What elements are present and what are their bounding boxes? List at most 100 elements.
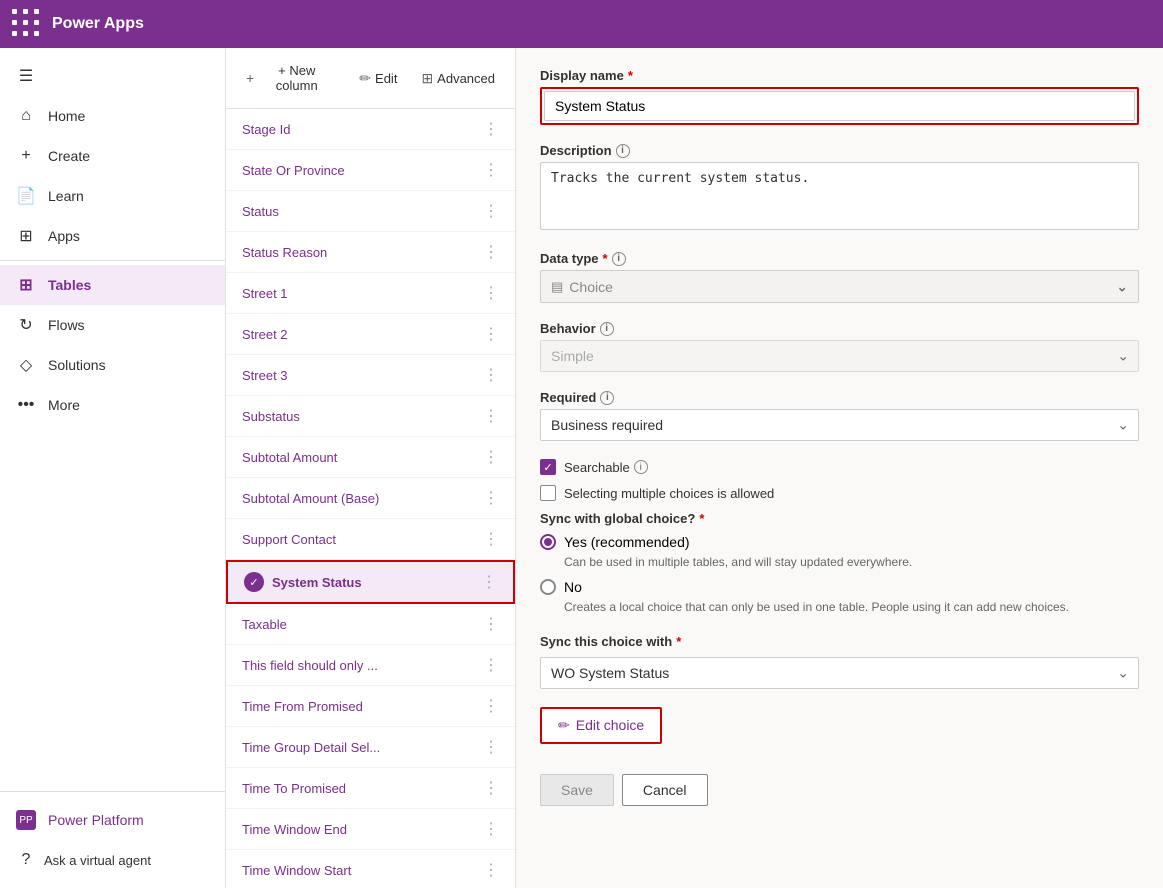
- table-row[interactable]: Time Window End⋮: [226, 809, 515, 850]
- edit-choice-button[interactable]: ✏ Edit choice: [542, 709, 660, 742]
- sidebar-item-home[interactable]: ⌂ Home: [0, 96, 225, 136]
- column-menu-icon[interactable]: ⋮: [483, 737, 499, 757]
- table-row[interactable]: Street 3⋮: [226, 355, 515, 396]
- table-row[interactable]: Street 1⋮: [226, 273, 515, 314]
- display-name-input[interactable]: [544, 91, 1135, 121]
- sidebar-label-flows: Flows: [48, 317, 85, 333]
- display-name-label: Display name *: [540, 68, 1139, 83]
- display-name-wrapper: [540, 87, 1139, 125]
- edit-choice-wrapper: ✏ Edit choice: [540, 707, 662, 744]
- required-select[interactable]: Business required: [540, 409, 1139, 441]
- column-menu-icon[interactable]: ⋮: [483, 201, 499, 221]
- column-menu-icon[interactable]: ⋮: [483, 283, 499, 303]
- column-menu-icon[interactable]: ⋮: [483, 119, 499, 139]
- sidebar-item-power-platform[interactable]: PP Power Platform: [0, 800, 225, 840]
- sidebar-divider: [0, 260, 225, 261]
- sidebar-item-tables[interactable]: ⊞ Tables: [0, 265, 225, 305]
- table-row[interactable]: Time Window Start⋮: [226, 850, 515, 888]
- advanced-label: Advanced: [437, 71, 495, 86]
- column-name: System Status: [272, 575, 362, 590]
- sync-required-star: *: [699, 511, 704, 526]
- data-type-label: Data type * i: [540, 251, 1139, 266]
- sidebar-item-learn[interactable]: 📄 Learn: [0, 176, 225, 216]
- table-row[interactable]: Subtotal Amount ⋮: [226, 437, 515, 478]
- table-row[interactable]: Subtotal Amount (Base)⋮: [226, 478, 515, 519]
- apps-grid-icon[interactable]: [12, 9, 42, 39]
- searchable-checkbox[interactable]: ✓: [540, 459, 556, 475]
- column-menu-icon[interactable]: ⋮: [483, 242, 499, 262]
- column-name: Time Group Detail Sel...: [242, 740, 380, 755]
- required-star: *: [628, 68, 633, 83]
- sidebar-item-help[interactable]: ? Ask a virtual agent: [0, 840, 225, 880]
- column-menu-icon[interactable]: ⋮: [483, 696, 499, 716]
- table-row[interactable]: Stage Id⋮: [226, 109, 515, 150]
- sync-radio-group: Yes (recommended) Can be used in multipl…: [540, 534, 1139, 616]
- column-menu-icon[interactable]: ⋮: [483, 614, 499, 634]
- column-menu-icon[interactable]: ⋮: [483, 488, 499, 508]
- choice-icon: ▤: [551, 279, 563, 295]
- sidebar-label-home: Home: [48, 108, 85, 124]
- table-row[interactable]: ✓ System Status ⋮: [226, 560, 515, 604]
- columns-panel: + + New column ✏ Edit ⊞ Advanced Stage I…: [226, 48, 516, 888]
- sidebar-item-create[interactable]: + Create: [0, 136, 225, 176]
- selected-icon: ✓: [244, 572, 264, 592]
- behavior-select[interactable]: Simple: [540, 340, 1139, 372]
- table-row[interactable]: Time Group Detail Sel... ⋮: [226, 727, 515, 768]
- columns-toolbar: + + New column ✏ Edit ⊞ Advanced: [226, 48, 515, 109]
- sidebar-item-more[interactable]: ••• More: [0, 385, 225, 425]
- table-row[interactable]: State Or Province⋮: [226, 150, 515, 191]
- searchable-info-icon[interactable]: i: [634, 460, 648, 474]
- behavior-info-icon[interactable]: i: [600, 322, 614, 336]
- sidebar-item-menu[interactable]: ☰: [0, 56, 225, 96]
- radio-yes-button[interactable]: [540, 534, 556, 550]
- edit-button[interactable]: ✏ Edit: [351, 65, 405, 92]
- advanced-button[interactable]: ⊞ Advanced: [413, 65, 503, 92]
- data-type-info-icon[interactable]: i: [612, 252, 626, 266]
- radio-no-button[interactable]: [540, 579, 556, 595]
- table-row[interactable]: Time From Promised⋮: [226, 686, 515, 727]
- help-icon: ?: [16, 850, 36, 870]
- data-type-value: Choice: [569, 279, 613, 295]
- multiple-choices-label: Selecting multiple choices is allowed: [564, 486, 774, 501]
- sidebar-label-help: Ask a virtual agent: [44, 853, 151, 868]
- learn-icon: 📄: [16, 186, 36, 206]
- column-menu-icon[interactable]: ⋮: [483, 819, 499, 839]
- radio-no-label: No: [564, 579, 582, 595]
- description-group: Description i Tracks the current system …: [540, 143, 1139, 233]
- sidebar-item-apps[interactable]: ⊞ Apps: [0, 216, 225, 256]
- column-menu-icon[interactable]: ⋮: [483, 406, 499, 426]
- column-menu-icon[interactable]: ⋮: [483, 778, 499, 798]
- table-row[interactable]: Status⋮: [226, 191, 515, 232]
- column-menu-icon[interactable]: ⋮: [483, 160, 499, 180]
- table-row[interactable]: Taxable⋮: [226, 604, 515, 645]
- table-row[interactable]: Street 2⋮: [226, 314, 515, 355]
- column-menu-icon[interactable]: ⋮: [483, 529, 499, 549]
- description-input[interactable]: Tracks the current system status.: [540, 162, 1139, 230]
- column-menu-icon[interactable]: ⋮: [483, 324, 499, 344]
- required-info-icon[interactable]: i: [600, 391, 614, 405]
- sync-required-star2: *: [676, 634, 681, 649]
- column-name: Status Reason: [242, 245, 327, 260]
- table-row[interactable]: Status Reason ⋮: [226, 232, 515, 273]
- sync-choice-select[interactable]: WO System Status: [540, 657, 1139, 689]
- column-menu-icon[interactable]: ⋮: [481, 572, 497, 592]
- description-info-icon[interactable]: i: [616, 144, 630, 158]
- sidebar-label-apps: Apps: [48, 228, 80, 244]
- save-button[interactable]: Save: [540, 774, 614, 806]
- table-row[interactable]: Time To Promised⋮: [226, 768, 515, 809]
- multiple-choices-checkbox[interactable]: [540, 485, 556, 501]
- table-row[interactable]: Substatus⋮: [226, 396, 515, 437]
- column-menu-icon[interactable]: ⋮: [483, 655, 499, 675]
- column-menu-icon[interactable]: ⋮: [483, 447, 499, 467]
- cancel-button[interactable]: Cancel: [622, 774, 708, 806]
- table-row[interactable]: Support Contact⋮: [226, 519, 515, 560]
- sidebar-item-flows[interactable]: ↻ Flows: [0, 305, 225, 345]
- column-menu-icon[interactable]: ⋮: [483, 365, 499, 385]
- data-type-select[interactable]: ▤ Choice ⌄: [540, 270, 1139, 303]
- column-menu-icon[interactable]: ⋮: [483, 860, 499, 880]
- table-row[interactable]: This field should only ...⋮: [226, 645, 515, 686]
- column-name: Subtotal Amount: [242, 450, 337, 465]
- right-panel[interactable]: Display name * Description i Tracks the …: [516, 48, 1163, 888]
- new-column-button[interactable]: + + New column: [238, 58, 343, 98]
- sidebar-item-solutions[interactable]: ◇ Solutions: [0, 345, 225, 385]
